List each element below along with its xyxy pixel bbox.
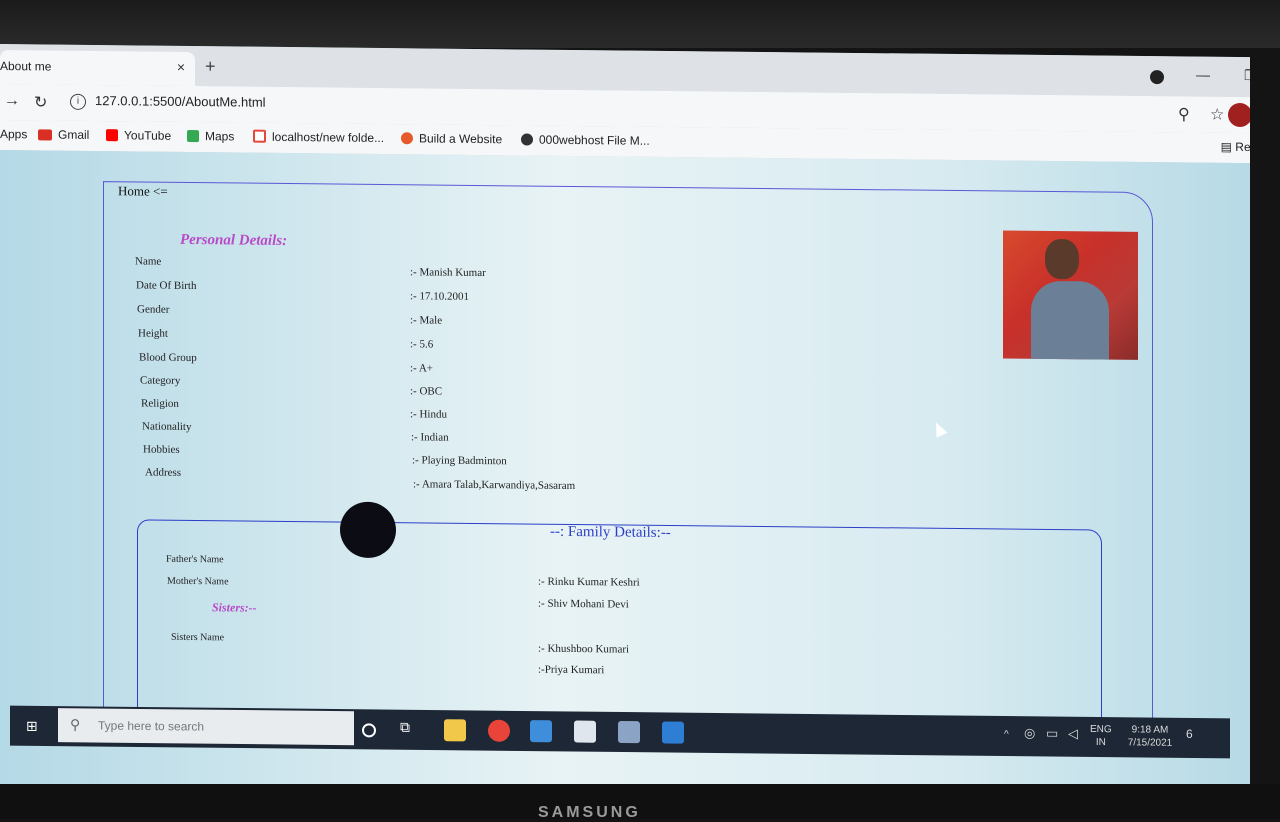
star-icon[interactable]: ☆ <box>1210 105 1224 125</box>
reading-list-icon: ▤ <box>1220 139 1236 154</box>
value-sister-1: :- Khushboo Kumari <box>538 642 630 656</box>
bookmark-youtube[interactable]: YouTube <box>106 128 171 143</box>
family-details-box <box>137 519 1102 737</box>
label-gender: Gender <box>137 303 170 316</box>
home-link[interactable]: Home <= <box>118 183 168 200</box>
label-name: Name <box>135 255 162 268</box>
label-address: Address <box>145 466 182 479</box>
tray-chevron-icon[interactable]: ^ <box>1004 728 1009 741</box>
notification-icon[interactable]: 6 <box>1186 727 1193 741</box>
monitor-bezel-bottom: SAMSUNG <box>0 784 1280 821</box>
family-details-title: --: Family Details:-- <box>550 523 671 542</box>
language-indicator[interactable]: ENG IN <box>1090 723 1112 749</box>
value-category: :- OBC <box>410 385 443 398</box>
forward-arrow-icon[interactable]: → <box>4 92 20 110</box>
value-height: :- 5.6 <box>410 338 434 351</box>
label-father-name: Father's Name <box>166 553 224 566</box>
value-blood-group: :- A+ <box>410 362 434 375</box>
close-icon[interactable]: × <box>177 59 185 75</box>
store-icon[interactable] <box>618 720 640 744</box>
label-dob: Date Of Birth <box>136 279 197 293</box>
taskbar-search[interactable]: ⚲ Type here to search <box>58 708 354 746</box>
page-content: Home <= Personal Details: Name Date Of B… <box>0 150 1250 798</box>
bookmark-build-website[interactable]: Build a Website <box>401 131 502 146</box>
build-website-icon <box>401 132 413 145</box>
bookmark-localhost[interactable]: localhost/new folde... <box>253 129 384 145</box>
bookmark-gmail[interactable]: Gmail <box>38 127 89 142</box>
volume-icon[interactable]: ◁ <box>1068 726 1078 741</box>
record-icon[interactable] <box>1150 70 1164 85</box>
label-religion: Religion <box>141 397 179 410</box>
reload-icon[interactable]: ↻ <box>34 92 47 112</box>
tab-about-me[interactable]: About me × <box>0 50 195 87</box>
maximize-icon[interactable]: ❐ <box>1244 67 1250 84</box>
label-mother-name: Mother's Name <box>167 575 229 588</box>
address-bar[interactable]: 127.0.0.1:5500/AboutMe.html <box>95 93 266 110</box>
task-view-icon[interactable]: ⧉ <box>400 719 422 741</box>
notes-icon[interactable] <box>530 720 552 743</box>
label-sisters-name: Sisters Name <box>171 631 225 644</box>
label-height: Height <box>138 327 168 340</box>
personal-details-title: Personal Details: <box>180 231 288 250</box>
localhost-icon <box>253 129 266 143</box>
value-name: :- Manish Kumar <box>410 266 486 280</box>
screen-smudge <box>340 501 396 559</box>
clock[interactable]: 9:18 AM 7/15/2021 <box>1120 723 1180 750</box>
label-category: Category <box>140 374 181 387</box>
label-hobbies: Hobbies <box>143 443 180 456</box>
gmail-icon <box>38 129 52 141</box>
label-blood-group: Blood Group <box>139 351 197 365</box>
monitor-bezel-top <box>0 0 1280 48</box>
bookmark-maps[interactable]: Maps <box>187 129 234 143</box>
zoom-icon[interactable]: ⚲ <box>1178 104 1190 124</box>
windows-start-icon[interactable]: ⊞ <box>26 718 38 735</box>
file-explorer-icon[interactable] <box>444 719 466 742</box>
profile-photo <box>1003 230 1138 360</box>
bookmark-000webhost[interactable]: 000webhost File M... <box>521 132 650 148</box>
monitor-brand-logo: SAMSUNG <box>538 804 641 821</box>
webhost-icon <box>521 133 533 146</box>
value-dob: :- 17.10.2001 <box>410 290 469 303</box>
value-address: :- Amara Talab,Karwandiya,Sasaram <box>413 478 576 493</box>
label-nationality: Nationality <box>142 420 192 434</box>
maps-icon <box>187 129 199 143</box>
mail-icon[interactable] <box>574 720 596 743</box>
photo-head <box>1045 238 1079 280</box>
reading-list-button[interactable]: ▤ Reading <box>1221 140 1250 155</box>
profile-avatar[interactable] <box>1228 102 1250 128</box>
value-father-name: :- Rinku Kumar Keshri <box>538 575 640 589</box>
youtube-icon <box>106 129 118 142</box>
search-placeholder: Type here to search <box>98 718 205 734</box>
photo-body <box>1031 280 1109 360</box>
bookmark-apps[interactable]: Apps <box>0 127 27 141</box>
tab-title: About me <box>0 59 52 74</box>
value-mother-name: :- Shiv Mohani Devi <box>538 597 629 611</box>
battery-icon[interactable]: ▭ <box>1046 725 1058 740</box>
vscode-icon[interactable] <box>662 721 684 744</box>
cortana-icon[interactable] <box>362 723 376 738</box>
minimize-icon[interactable]: — <box>1196 67 1210 83</box>
search-icon: ⚲ <box>70 716 81 733</box>
value-hobbies: :- Playing Badminton <box>412 454 507 468</box>
value-religion: :- Hindu <box>410 408 447 421</box>
value-gender: :- Male <box>410 314 443 327</box>
screen: About me × + — ❐ → ↻ i 127.0.0.1:5500/Ab… <box>0 44 1250 798</box>
info-icon[interactable]: i <box>70 93 86 110</box>
sisters-title: Sisters:-- <box>212 600 257 615</box>
chrome-icon[interactable] <box>488 719 510 742</box>
network-icon[interactable]: ◎ <box>1024 725 1035 740</box>
value-nationality: :- Indian <box>411 431 449 444</box>
value-sister-2: :-Priya Kumari <box>538 663 605 677</box>
new-tab-icon[interactable]: + <box>205 56 216 77</box>
